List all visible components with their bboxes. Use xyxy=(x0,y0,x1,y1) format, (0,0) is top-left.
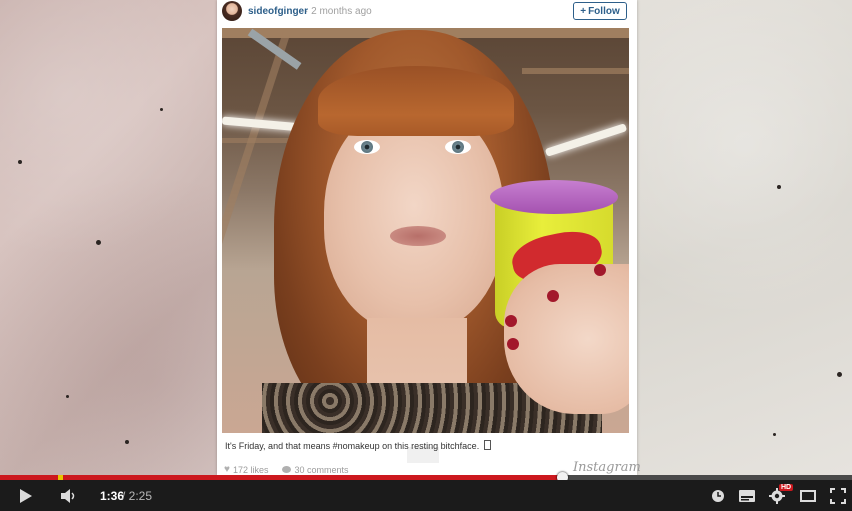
fullscreen-button[interactable] xyxy=(827,486,849,506)
username-link[interactable]: sideofginger xyxy=(248,6,308,17)
current-time: 1:36 xyxy=(100,489,125,503)
caption-text: It's Friday, and that means #nomakeup on… xyxy=(225,441,480,451)
likes-count: 172 likes xyxy=(232,464,269,475)
follow-button-label: Follow xyxy=(588,5,620,17)
video-frame[interactable]: sideofginger · 2 months ago + Follow It'… xyxy=(0,0,852,475)
theater-mode-button[interactable] xyxy=(798,487,818,505)
hd-badge: HD xyxy=(779,484,794,491)
watch-later-button[interactable] xyxy=(709,487,727,505)
follow-button[interactable]: + Follow xyxy=(573,2,627,20)
comments-stat[interactable]: 30 comments xyxy=(282,464,349,475)
subtitles-icon xyxy=(739,490,755,502)
clock-icon xyxy=(712,490,724,502)
captions-button[interactable] xyxy=(737,487,757,505)
comments-count: 30 comments xyxy=(294,464,349,475)
instagram-logo: Instagram xyxy=(573,460,641,475)
theater-mode-icon xyxy=(800,490,816,502)
post-time: · 2 months ago xyxy=(305,6,372,17)
volume-button[interactable] xyxy=(58,487,80,505)
post-caption: It's Friday, and that means #nomakeup on… xyxy=(225,440,491,451)
instagram-post-card: sideofginger · 2 months ago + Follow It'… xyxy=(217,0,641,475)
background-left xyxy=(0,0,217,475)
plus-icon: + xyxy=(580,5,587,17)
unknown-glyph-icon xyxy=(483,440,491,450)
duration: / 2:25 xyxy=(122,489,153,503)
play-button[interactable] xyxy=(16,487,36,505)
avatar[interactable] xyxy=(222,1,242,21)
post-photo xyxy=(222,28,629,433)
player-controls: 1:36 / 2:25 HD xyxy=(0,480,852,511)
volume-icon xyxy=(61,489,75,503)
post-header: sideofginger · 2 months ago + Follow xyxy=(217,0,637,27)
overlay-tab xyxy=(407,447,439,463)
background-right xyxy=(637,0,852,475)
fullscreen-icon xyxy=(830,488,846,504)
comment-icon xyxy=(282,466,292,473)
post-stats: ♥ 172 likes 30 comments xyxy=(224,464,349,475)
play-icon xyxy=(20,489,32,503)
likes-stat[interactable]: ♥ 172 likes xyxy=(224,464,268,475)
heart-icon: ♥ xyxy=(224,464,230,475)
